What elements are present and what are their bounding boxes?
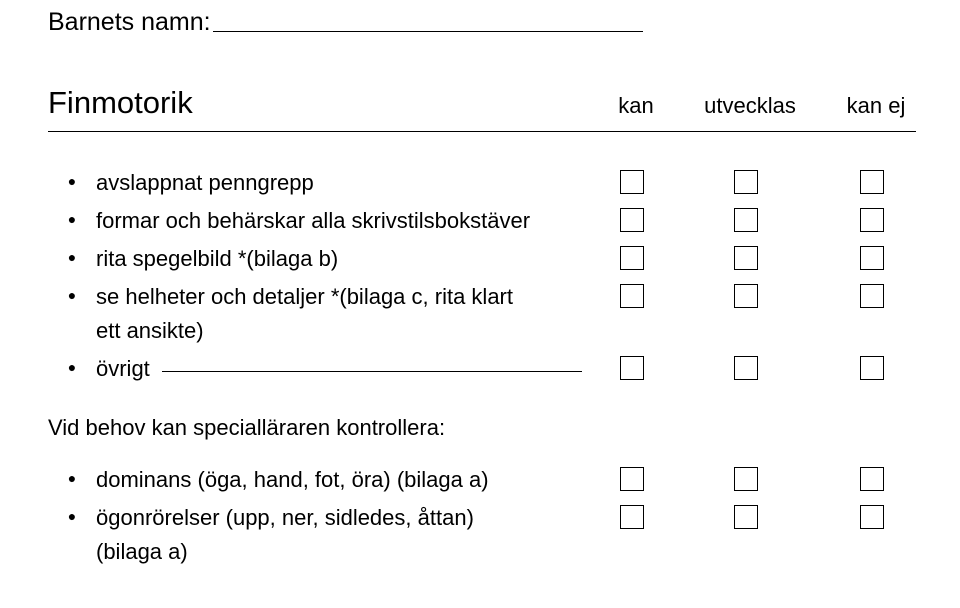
item-label: se helheter och detaljer *(bilaga c, rit… [96,280,513,348]
items-group-b: ● dominans (öga, hand, fot, öra) (bilaga… [48,463,912,569]
checkbox[interactable] [860,467,884,491]
checkbox-group [604,242,912,270]
list-item: ● ögonrörelser (upp, ner, sidledes, åtta… [48,501,912,569]
list-item: ● formar och behärskar alla skrivstilsbo… [48,204,912,238]
bullet-icon: ● [48,280,96,310]
bullet-icon: ● [48,204,96,234]
list-item-other: ● övrigt [48,352,912,386]
checkbox[interactable] [620,284,644,308]
col-utvecklas: utvecklas [692,93,808,119]
column-headers: kan utvecklas kan ej [608,93,916,119]
checkbox[interactable] [860,284,884,308]
list-item: ● rita spegelbild *(bilaga b) [48,242,912,276]
bullet-icon: ● [48,352,96,382]
checkbox[interactable] [620,467,644,491]
checkbox-group [604,501,912,529]
checkbox[interactable] [620,246,644,270]
checkbox[interactable] [620,505,644,529]
checkbox[interactable] [734,284,758,308]
bullet-icon: ● [48,166,96,196]
checkbox-group [604,280,912,308]
child-name-row: Barnets namn: [48,8,912,37]
document-page: Barnets namn: Finmotorik kan utvecklas k… [0,0,960,608]
list-item: ● se helheter och detaljer *(bilaga c, r… [48,280,912,348]
checkbox[interactable] [860,170,884,194]
section-title: Finmotorik [48,85,193,121]
item-label: ögonrörelser (upp, ner, sidledes, åttan)… [96,501,474,569]
list-item: ● dominans (öga, hand, fot, öra) (bilaga… [48,463,912,497]
bullet-icon: ● [48,501,96,531]
checkbox[interactable] [860,208,884,232]
item-label: rita spegelbild *(bilaga b) [96,242,338,276]
checkbox-group [604,204,912,232]
child-name-label: Barnets namn: [48,8,211,37]
checkbox[interactable] [734,467,758,491]
col-kan-ej: kan ej [836,93,916,119]
items-group-a: ● avslappnat penngrepp ● formar och behä… [48,166,912,387]
checkbox[interactable] [860,356,884,380]
item-label: dominans (öga, hand, fot, öra) (bilaga a… [96,463,489,497]
section-header: Finmotorik kan utvecklas kan ej [48,85,916,132]
checkbox[interactable] [620,170,644,194]
checkbox-group [604,166,912,194]
checkbox[interactable] [734,356,758,380]
bullet-icon: ● [48,242,96,272]
checkbox[interactable] [734,246,758,270]
other-input-line[interactable] [162,370,582,372]
checkbox[interactable] [860,246,884,270]
sub-heading: Vid behov kan specialläraren kontrollera… [48,415,912,441]
item-label: formar och behärskar alla skrivstilsboks… [96,204,530,238]
checkbox[interactable] [620,356,644,380]
checkbox[interactable] [860,505,884,529]
checkbox[interactable] [734,170,758,194]
list-item: ● avslappnat penngrepp [48,166,912,200]
checkbox-group [604,463,912,491]
checkbox-group [604,352,912,380]
checkbox[interactable] [620,208,644,232]
checkbox[interactable] [734,505,758,529]
item-label: övrigt [96,356,150,381]
item-label: avslappnat penngrepp [96,166,314,200]
child-name-input-line[interactable] [213,30,643,32]
checkbox[interactable] [734,208,758,232]
bullet-icon: ● [48,463,96,493]
col-kan: kan [608,93,664,119]
